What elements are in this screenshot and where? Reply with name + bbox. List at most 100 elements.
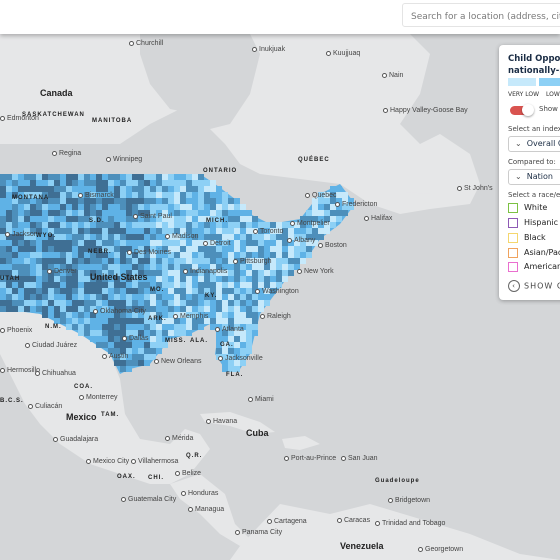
choropleth-tile bbox=[246, 336, 252, 342]
city-label: St John's bbox=[457, 185, 493, 192]
choropleth-tile bbox=[156, 276, 162, 282]
choropleth-tile bbox=[18, 252, 24, 258]
country-label: Cuba bbox=[246, 428, 269, 438]
choropleth-tile bbox=[24, 246, 30, 252]
choropleth-tile bbox=[30, 264, 36, 270]
choropleth-tile bbox=[234, 348, 240, 354]
choropleth-tile bbox=[36, 246, 42, 252]
choropleth-tile bbox=[78, 234, 84, 240]
choropleth-tile bbox=[102, 300, 108, 306]
choropleth-tile bbox=[246, 234, 252, 240]
choropleth-tile bbox=[66, 324, 72, 330]
choropleth-tile bbox=[78, 246, 84, 252]
choropleth-tile bbox=[246, 246, 252, 252]
choropleth-tile bbox=[204, 306, 210, 312]
choropleth-tile bbox=[186, 294, 192, 300]
choropleth-tile bbox=[276, 264, 282, 270]
choropleth-tile bbox=[144, 198, 150, 204]
choropleth-tile bbox=[78, 282, 84, 288]
choropleth-tile bbox=[138, 198, 144, 204]
choropleth-tile bbox=[108, 294, 114, 300]
city-label: Indianapolis bbox=[183, 268, 227, 275]
choropleth-tile bbox=[198, 306, 204, 312]
choropleth-tile bbox=[48, 282, 54, 288]
checkbox[interactable] bbox=[508, 203, 518, 213]
choropleth-tile bbox=[6, 174, 12, 180]
choropleth-tile bbox=[78, 294, 84, 300]
choropleth-tile bbox=[162, 180, 168, 186]
choropleth-tile bbox=[156, 270, 162, 276]
choropleth-tile bbox=[168, 258, 174, 264]
choropleth-tile bbox=[48, 276, 54, 282]
choropleth-tile bbox=[42, 306, 48, 312]
choropleth-tile bbox=[120, 210, 126, 216]
choropleth-tile bbox=[198, 258, 204, 264]
panel-title-line2: nationally-normed bbox=[508, 66, 560, 76]
choropleth-tile bbox=[78, 204, 84, 210]
choropleth-tile bbox=[36, 294, 42, 300]
choropleth-tile bbox=[12, 240, 18, 246]
choropleth-tile bbox=[114, 360, 120, 366]
choropleth-tile bbox=[222, 300, 228, 306]
choropleth-tile bbox=[42, 282, 48, 288]
choropleth-tile bbox=[36, 258, 42, 264]
choropleth-tile bbox=[294, 228, 300, 234]
choropleth-tile bbox=[96, 240, 102, 246]
show-toggle[interactable] bbox=[510, 104, 534, 116]
choropleth-tile bbox=[186, 252, 192, 258]
choropleth-tile bbox=[204, 300, 210, 306]
choropleth-tile bbox=[258, 270, 264, 276]
compare-select[interactable]: ⌄ Nation bbox=[508, 169, 560, 185]
location-search[interactable] bbox=[402, 3, 560, 28]
choropleth-tile bbox=[270, 276, 276, 282]
choropleth-tile bbox=[234, 246, 240, 252]
choropleth-tile bbox=[204, 186, 210, 192]
choropleth-tile bbox=[66, 186, 72, 192]
choropleth-tile bbox=[156, 264, 162, 270]
choropleth-tile bbox=[180, 204, 186, 210]
legend-swatch-very-low bbox=[508, 78, 536, 86]
choropleth-tile bbox=[150, 204, 156, 210]
choropleth-tile bbox=[18, 174, 24, 180]
choropleth-tile bbox=[60, 174, 66, 180]
map-canvas[interactable]: Canada United States Mexico Cuba Venezuela SA… bbox=[0, 34, 560, 560]
choropleth-tile bbox=[198, 216, 204, 222]
choropleth-tile bbox=[96, 180, 102, 186]
choropleth-tile bbox=[114, 234, 120, 240]
checkbox[interactable] bbox=[508, 233, 518, 243]
choropleth-tile bbox=[108, 174, 114, 180]
choropleth-tile bbox=[120, 246, 126, 252]
choropleth-tile bbox=[96, 294, 102, 300]
choropleth-tile bbox=[306, 252, 312, 258]
checkbox[interactable] bbox=[508, 218, 518, 228]
choropleth-tile bbox=[114, 222, 120, 228]
city-label: Culiacán bbox=[28, 403, 62, 410]
choropleth-tile bbox=[48, 222, 54, 228]
checkbox[interactable] bbox=[508, 248, 518, 258]
index-select[interactable]: ⌄ Overall COI bbox=[508, 136, 560, 152]
choropleth-tile bbox=[126, 300, 132, 306]
choropleth-tile bbox=[114, 342, 120, 348]
choropleth-tile bbox=[216, 276, 222, 282]
checkbox[interactable] bbox=[508, 262, 518, 272]
choropleth-tile bbox=[12, 204, 18, 210]
search-input[interactable] bbox=[403, 6, 560, 28]
choropleth-tile bbox=[174, 240, 180, 246]
choropleth-tile bbox=[102, 324, 108, 330]
choropleth-tile bbox=[120, 174, 126, 180]
choropleth-tile bbox=[48, 306, 54, 312]
choropleth-tile bbox=[186, 288, 192, 294]
choropleth-tile bbox=[18, 282, 24, 288]
choropleth-tile bbox=[120, 342, 126, 348]
choropleth-tile bbox=[78, 252, 84, 258]
choropleth-tile bbox=[78, 312, 84, 318]
choropleth-tile bbox=[12, 216, 18, 222]
choropleth-tile bbox=[162, 258, 168, 264]
choropleth-tile bbox=[288, 252, 294, 258]
choropleth-tile bbox=[198, 282, 204, 288]
choropleth-tile bbox=[42, 294, 48, 300]
region-label: MICH. bbox=[206, 218, 228, 224]
show-chart-button[interactable]: ‹ SHOW CHART bbox=[508, 280, 560, 292]
choropleth-tile bbox=[216, 306, 222, 312]
choropleth-tile bbox=[0, 174, 6, 180]
